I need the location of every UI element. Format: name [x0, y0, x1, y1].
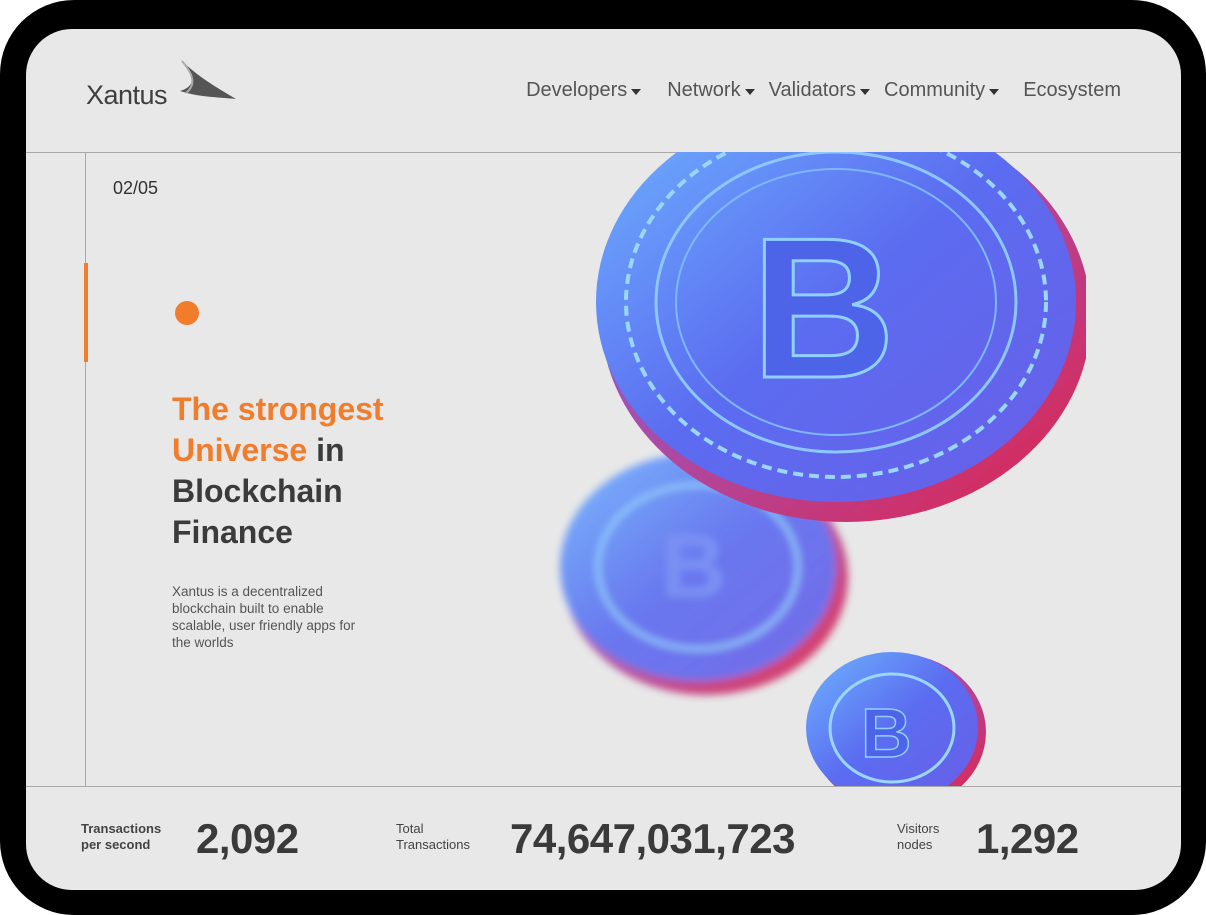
svg-text:B: B [751, 197, 895, 420]
hero-description: Xantus is a decentralized blockchain bui… [172, 584, 356, 650]
stat-total-label-line2: Transactions [396, 837, 470, 852]
hero-headline: The strongest Universe in Blockchain Fin… [172, 389, 492, 553]
nav-ecosystem[interactable]: Ecosystem [1023, 79, 1121, 102]
headline-accent-1: The strongest [172, 391, 384, 427]
nav-community[interactable]: Community [884, 79, 1000, 102]
nav-network[interactable]: Network [667, 79, 755, 102]
nav-ecosystem-label: Ecosystem [1023, 79, 1121, 101]
chevron-down-icon [989, 89, 1000, 95]
nav-validators-label: Validators [768, 79, 857, 101]
stat-nodes-label: Visitors nodes [897, 821, 939, 853]
brand-logo[interactable]: Xantus [86, 57, 236, 117]
chevron-down-icon [744, 89, 755, 95]
top-nav: Xantus Developers Network Validators Com… [26, 29, 1181, 152]
stat-nodes-label-line1: Visitors [897, 821, 940, 836]
main-menu: Developers Network Validators Community … [526, 79, 1121, 102]
stat-nodes-label-line2: nodes [897, 837, 933, 852]
coins-image: B B B [560, 152, 1086, 786]
nav-developers-label: Developers [526, 79, 628, 101]
stat-total-label: Total Transactions [396, 821, 470, 853]
stat-tps-label-line2: per second [81, 837, 151, 852]
chevron-down-icon [631, 89, 642, 95]
swoosh-icon [180, 59, 236, 99]
nav-developers[interactable]: Developers [526, 79, 642, 102]
stats-bar: Transactions per second 2,092 Total Tran… [26, 787, 1181, 890]
device-frame: Xantus Developers Network Validators Com… [0, 0, 1206, 915]
stat-nodes-value: 1,292 [976, 815, 1079, 862]
slide-progress-indicator [84, 263, 88, 362]
svg-text:B: B [661, 517, 726, 617]
nav-community-label: Community [884, 79, 986, 101]
stat-total-label-line1: Total [396, 821, 424, 836]
stat-tps-label-line1: Transactions [81, 821, 162, 836]
nav-network-label: Network [667, 79, 741, 101]
brand-name: Xantus [86, 80, 168, 110]
stat-tps-value: 2,092 [196, 815, 299, 862]
slide-counter: 02/05 [113, 178, 159, 198]
svg-text:B: B [861, 694, 912, 772]
left-rail [85, 152, 86, 786]
headline-rest-3: Finance [172, 514, 293, 550]
stat-total-value: 74,647,031,723 [510, 815, 795, 862]
headline-rest-2: Blockchain [172, 473, 343, 509]
screen: Xantus Developers Network Validators Com… [26, 29, 1181, 890]
headline-accent-2: Universe [172, 432, 308, 468]
accent-dot [175, 301, 199, 325]
headline-rest-1: in [307, 432, 345, 468]
nav-validators[interactable]: Validators [768, 79, 871, 102]
chevron-down-icon [860, 89, 871, 95]
stat-tps-label: Transactions per second [81, 821, 161, 853]
bitcoin-coins-illustration: B B B [526, 152, 1086, 786]
